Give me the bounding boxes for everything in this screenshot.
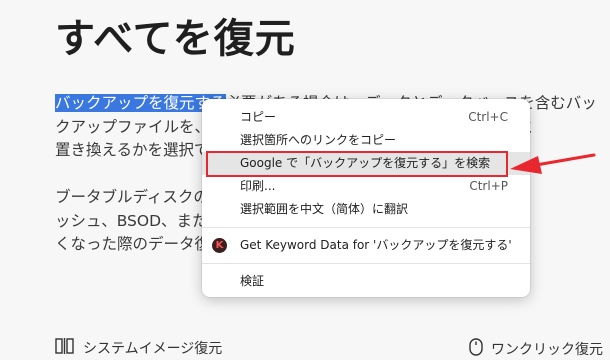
menu-item-translate[interactable]: 選択範囲を中文（简体）に翻訳 — [202, 198, 530, 221]
menu-item-inspect[interactable]: 検証 — [202, 270, 530, 293]
menu-item-shortcut: Ctrl+P — [469, 179, 508, 193]
menu-item-keyword-data[interactable]: K Get Keyword Data for 'バックアップを復元する' — [202, 234, 530, 257]
selected-text[interactable]: バックアップを復元する — [55, 94, 226, 112]
menu-item-copy-link[interactable]: 選択箇所へのリンクをコピー — [202, 129, 530, 152]
annotation-highlight-box — [206, 151, 508, 177]
menu-item-copy[interactable]: コピー Ctrl+C — [202, 106, 530, 129]
menu-item-label: 検証 — [240, 274, 265, 288]
feature-label: ワンクリック復元 — [491, 342, 603, 358]
context-menu: コピー Ctrl+C 選択箇所へのリンクをコピー Google で「バックアップ… — [202, 99, 530, 297]
menu-item-print[interactable]: 印刷... Ctrl+P — [202, 175, 530, 198]
keyword-extension-icon: K — [212, 238, 227, 253]
menu-item-shortcut: Ctrl+C — [468, 110, 508, 124]
menu-item-label: 印刷... — [240, 179, 276, 193]
menu-item-label: Get Keyword Data for 'バックアップを復元する' — [240, 238, 512, 252]
menu-item-label: 選択箇所へのリンクをコピー — [240, 133, 397, 147]
feature-label: システムイメージ復元 — [83, 341, 223, 357]
menu-item-label: コピー — [240, 110, 277, 124]
menu-separator — [202, 263, 530, 264]
annotation-arrow-icon — [510, 153, 596, 174]
columns-icon — [55, 338, 75, 358]
feature-system-image-restore: システムイメージ復元 — [55, 338, 222, 358]
mouse-icon — [469, 338, 483, 360]
feature-one-click-restore: ワンクリック復元 — [469, 338, 603, 360]
menu-separator — [202, 227, 530, 228]
menu-item-label: 選択範囲を中文（简体）に翻訳 — [240, 202, 409, 216]
page-title: すべてを復元 — [55, 16, 296, 62]
